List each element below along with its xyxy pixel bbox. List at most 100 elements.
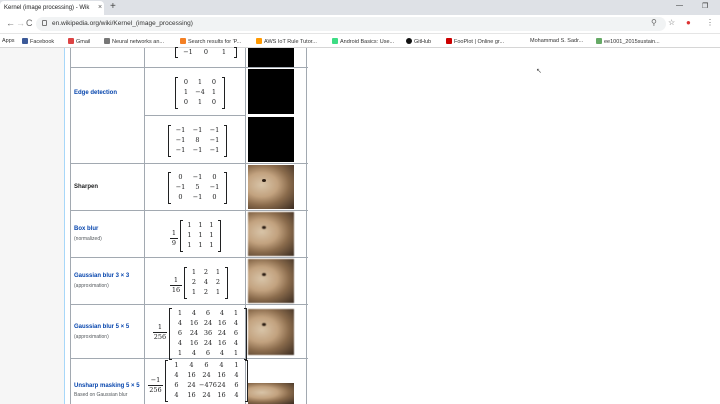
matrix-bracket-left — [165, 360, 168, 402]
matrix-cell: −1 — [183, 48, 193, 56]
camel-image-gaussian-5 — [248, 309, 294, 355]
matrix-cell: 0 — [183, 98, 189, 106]
reload-icon[interactable]: C — [26, 18, 33, 28]
matrix-cell: 24 — [202, 391, 211, 399]
matrix-cell: −1 — [192, 173, 203, 181]
menu-icon[interactable]: ⋮ — [706, 18, 714, 27]
row-label-gaussian-3[interactable]: Gaussian blur 3 × 3 — [74, 272, 129, 280]
bookmark-gmail[interactable]: Gmail — [68, 38, 90, 45]
minimize-icon[interactable]: — — [676, 2, 683, 9]
matrix-cell: −1 — [175, 136, 186, 144]
matrix-cell: 24 — [187, 381, 196, 389]
row-label-gaussian-5[interactable]: Gaussian blur 5 × 5 — [74, 323, 129, 331]
lock-icon — [42, 20, 47, 26]
bookmark-mohammad[interactable]: Mohammad S. Sadr... — [530, 38, 583, 44]
bookmark-neural-networks[interactable]: Neural networks an... — [104, 38, 164, 45]
kernel-matrix: −1 0 1 — [175, 47, 237, 58]
matrix-cell: 1 — [183, 88, 189, 96]
camel-image-sharpen — [248, 165, 294, 209]
address-toolbar: ← → C en.wikipedia.org/wiki/Kernel_(imag… — [0, 15, 720, 34]
matrix-cell: 6 — [205, 349, 211, 357]
matrix-cell: 4 — [177, 319, 183, 327]
bookmark-facebook[interactable]: Facebook — [22, 38, 54, 45]
bookmark-ee1001[interactable]: ee1001_2015sustain... — [596, 38, 660, 45]
camel-image-box-blur — [248, 212, 294, 256]
matrix-cell: 4 — [219, 309, 225, 317]
row-label-unsharp[interactable]: Unsharp masking 5 × 5 — [74, 382, 140, 390]
row-border — [71, 304, 308, 305]
fraction-box: 19 — [170, 229, 178, 247]
matrix-cell: −1 — [209, 126, 220, 134]
row-border — [71, 67, 308, 68]
matrix-bracket-left — [168, 172, 171, 204]
matrix-cell: 0 — [211, 98, 217, 106]
matrix-cell: 1 — [233, 309, 239, 317]
matrix-cell: 4 — [219, 361, 224, 369]
search-icon[interactable]: ⚲ — [651, 18, 657, 27]
matrix-bracket-right — [244, 308, 247, 360]
kernel-matrix: 0 −1 0 −1 5 −1 0 −1 0 — [168, 172, 227, 204]
row-label-edge-detection[interactable]: Edge detection — [74, 89, 117, 97]
matrix-cell: 1 — [209, 231, 214, 239]
matrix-cell: 1 — [221, 48, 227, 56]
page-content: Edge detection Sharpen Box blur (normali… — [0, 47, 720, 404]
matrix-bracket-left — [169, 308, 172, 360]
matrix-bracket-left — [180, 220, 183, 252]
bookmark-github[interactable]: GitHub — [406, 38, 431, 45]
mouse-cursor-icon: ↖ — [536, 68, 542, 75]
bookmark-icon — [596, 38, 602, 44]
bookmark-aws[interactable]: AWS IoT Rule Tutor... — [256, 38, 317, 45]
new-tab-button[interactable]: + — [110, 1, 116, 12]
camel-image-gaussian-3 — [248, 259, 294, 303]
matrix-cell: 4 — [219, 349, 225, 357]
matrix-cell: 16 — [217, 391, 226, 399]
matrix-cell: −4 — [195, 88, 205, 96]
bookmark-fooplot[interactable]: FooPlot | Online gr... — [446, 38, 504, 45]
edge-result-image — [248, 69, 294, 114]
matrix-cell: 1 — [209, 241, 214, 249]
matrix-cell: 1 — [198, 221, 203, 229]
extension-icon[interactable]: ● — [686, 18, 691, 27]
matrix-cell: 24 — [203, 319, 213, 327]
matrix-cell: 4 — [203, 278, 209, 286]
camel-eye — [262, 226, 266, 229]
matrix-bracket-left — [175, 47, 178, 58]
maximize-icon[interactable]: ❐ — [702, 2, 708, 10]
matrix-cell: 24 — [217, 381, 226, 389]
row-note-gaussian-3: (approximation) — [74, 283, 109, 289]
forward-icon[interactable]: → — [16, 18, 25, 28]
url-bar[interactable]: en.wikipedia.org/wiki/Kernel_(image_proc… — [36, 17, 666, 31]
matrix-cell: 1 — [187, 241, 192, 249]
matrix-cell: −1 — [209, 136, 220, 144]
matrix-cell: 6 — [174, 381, 179, 389]
matrix-cell: 16 — [217, 339, 227, 347]
matrix-cell: 0 — [178, 193, 183, 201]
matrix-cell: 4 — [191, 349, 197, 357]
matrix-cell: 1 — [187, 221, 192, 229]
matrix-cell: 4 — [174, 371, 179, 379]
kernel-matrix: 1 4 6 4 1 4 16 24 16 4 6 24 36 24 6 4 16 24 16 4 1 4 6 4 1 — [169, 308, 247, 360]
matrix-cell: 24 — [202, 371, 211, 379]
fooplot-icon — [446, 38, 452, 44]
matrix-cell: 2 — [191, 278, 197, 286]
bookmark-android[interactable]: Android Basics: Use... — [332, 38, 394, 45]
matrix-cell: 2 — [203, 288, 209, 296]
bookmarks-bar: Apps Facebook Gmail Neural networks an..… — [0, 34, 720, 48]
back-icon[interactable]: ← — [6, 18, 15, 28]
matrix-cell: 6 — [205, 309, 211, 317]
row-note-box-blur: (normalized) — [74, 236, 102, 242]
star-icon[interactable]: ☆ — [668, 18, 675, 27]
row-note-gaussian-5: (approximation) — [74, 334, 109, 340]
close-tab-icon[interactable]: × — [98, 4, 102, 11]
fraction-unsharp: −1 256 — [148, 376, 163, 394]
camel-image-unsharp — [248, 383, 294, 404]
matrix-cell: −1 — [192, 193, 203, 201]
camel-eye — [262, 323, 266, 326]
matrix-cell: 6 — [204, 361, 209, 369]
bookmark-apps[interactable]: Apps — [2, 38, 15, 44]
row-label-box-blur[interactable]: Box blur — [74, 225, 98, 233]
bookmark-search-results[interactable]: Search results for 'P... — [180, 38, 241, 45]
browser-tab[interactable]: Kernel (image processing) - Wik × — [0, 1, 104, 15]
matrix-cell: 1 — [198, 231, 203, 239]
github-icon — [406, 38, 412, 44]
